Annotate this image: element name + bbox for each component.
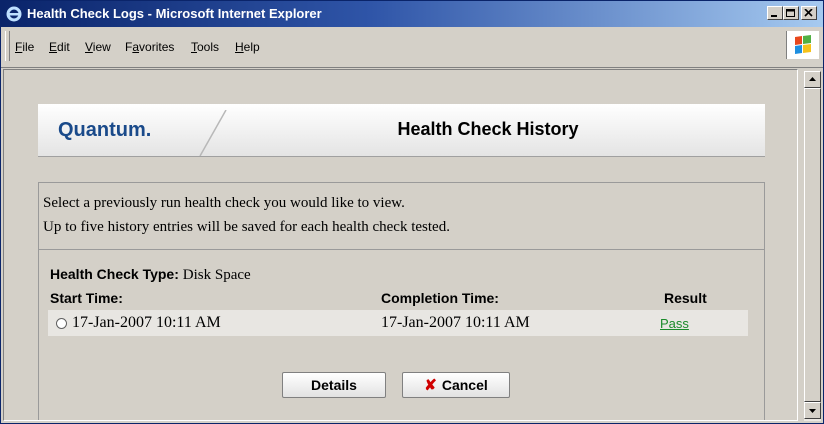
result-pass-link[interactable]: Pass	[660, 316, 689, 331]
vertical-scrollbar[interactable]	[804, 71, 821, 421]
menu-tools[interactable]: Tools	[191, 40, 219, 54]
start-time-header: Start Time:	[50, 290, 123, 306]
health-check-type-label: Health Check Type:	[50, 266, 179, 282]
intro-line-2: Up to five history entries will be saved…	[43, 219, 450, 235]
select-entry-radio[interactable]	[56, 318, 67, 329]
window-title: Health Check Logs - Microsoft Internet E…	[27, 6, 322, 21]
menu-file[interactable]: File	[15, 40, 34, 54]
start-time-cell: 17-Jan-2007 10:11 AM	[72, 314, 221, 331]
close-button[interactable]	[801, 6, 817, 20]
page-title: Health Check History	[397, 119, 579, 139]
menu-view[interactable]: View	[85, 40, 111, 54]
scroll-up-button[interactable]	[804, 71, 821, 88]
result-header: Result	[664, 290, 707, 306]
intro-line-1: Select a previously run health check you…	[43, 195, 405, 211]
page-viewport: Quantum. Health Check History Select a p…	[3, 69, 798, 421]
menu-help[interactable]: Help	[235, 40, 260, 54]
maximize-button[interactable]	[783, 6, 799, 20]
minimize-icon	[771, 15, 777, 17]
arrow-up-icon	[809, 77, 816, 81]
minimize-button[interactable]	[767, 6, 783, 20]
health-check-type-value: Disk Space	[182, 267, 251, 283]
completion-time-cell: 17-Jan-2007 10:11 AM	[381, 314, 530, 331]
close-icon	[804, 9, 813, 17]
windows-flag-icon	[795, 35, 811, 54]
toolbar-grip[interactable]	[5, 31, 10, 61]
windows-logo	[786, 31, 819, 59]
page-header: Quantum. Health Check History	[38, 104, 765, 157]
cancel-x-icon: ✘	[424, 377, 437, 394]
menu-favorites[interactable]: Favorites	[125, 40, 174, 54]
internet-explorer-icon	[6, 6, 22, 22]
intro-text: Select a previously run health check you…	[39, 183, 764, 250]
maximize-icon	[786, 9, 795, 17]
menu-bar: File Edit View Favorites Tools Help	[1, 27, 823, 68]
menu-edit[interactable]: Edit	[49, 40, 70, 54]
table-row: 17-Jan-2007 10:11 AM 17-Jan-2007 10:11 A…	[48, 310, 748, 336]
health-check-type: Health Check Type: Disk Space	[50, 266, 251, 284]
details-button-label: Details	[311, 377, 357, 393]
scroll-down-button[interactable]	[804, 402, 821, 419]
details-button[interactable]: Details	[282, 372, 386, 398]
scroll-thumb[interactable]	[804, 88, 821, 402]
cancel-button-label: Cancel	[441, 377, 488, 393]
header-divider-swoosh	[199, 110, 227, 156]
arrow-down-icon	[809, 409, 816, 413]
quantum-logo: Quantum.	[58, 119, 152, 141]
cancel-button[interactable]: ✘ Cancel	[402, 372, 510, 398]
completion-time-header: Completion Time:	[381, 290, 499, 306]
browser-window: Health Check Logs - Microsoft Internet E…	[0, 0, 824, 424]
title-bar[interactable]: Health Check Logs - Microsoft Internet E…	[1, 1, 823, 27]
